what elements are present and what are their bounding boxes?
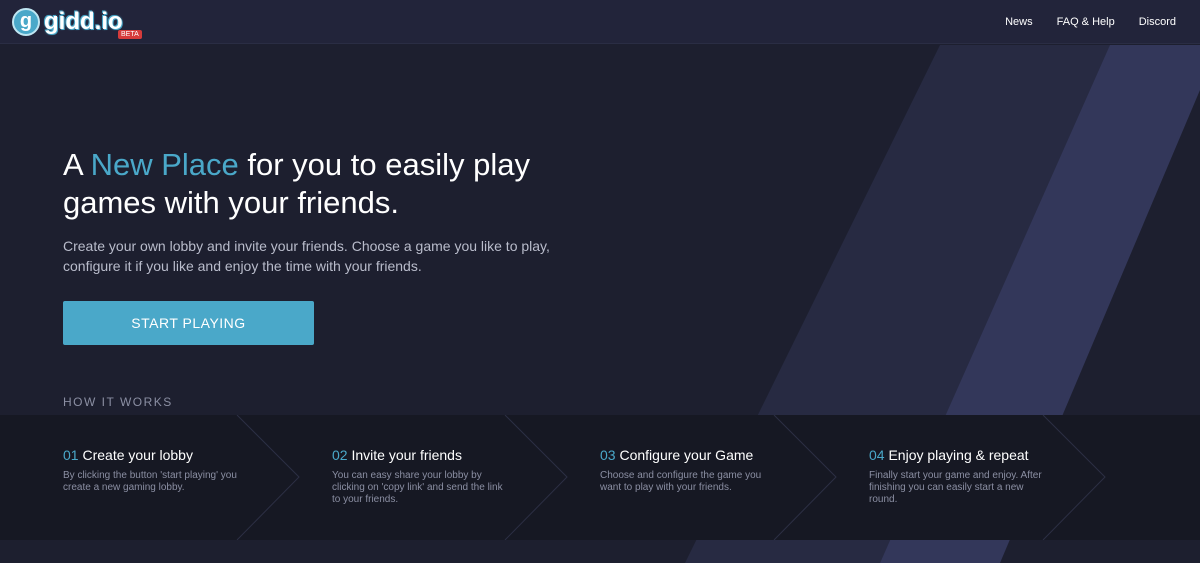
logo-text: gidd.io: [44, 7, 123, 35]
logo[interactable]: g gidd.io BETA: [12, 7, 142, 39]
start-playing-button[interactable]: START PLAYING: [63, 301, 314, 345]
step-4: 04 Enjoy playing & repeat Finally start …: [869, 447, 1069, 506]
nav-discord[interactable]: Discord: [1139, 16, 1176, 28]
step-text: Choose and configure the game you want t…: [600, 470, 762, 493]
how-it-works-label: HOW IT WORKS: [63, 395, 173, 409]
step-title: Create your lobby: [82, 447, 193, 463]
step-text: By clicking the button 'start playing' y…: [63, 470, 237, 493]
top-bar: g gidd.io BETA News FAQ & Help Discord: [0, 0, 1200, 44]
hero-title: A New Place for you to easily play games…: [63, 146, 563, 222]
step-number: 02: [332, 447, 348, 463]
title-accent: New Place: [90, 147, 239, 182]
step-text: Finally start your game and enjoy. After…: [869, 470, 1042, 505]
hero: A New Place for you to easily play games…: [63, 146, 563, 345]
step-title: Configure your Game: [619, 447, 754, 463]
hero-subtitle: Create your own lobby and invite your fr…: [63, 238, 550, 274]
step-1: 01 Create your lobby By clicking the but…: [63, 447, 263, 494]
step-title: Enjoy playing & repeat: [888, 447, 1029, 463]
title-pre: A: [63, 147, 91, 182]
step-title: Invite your friends: [351, 447, 462, 463]
main-nav: News FAQ & Help Discord: [1005, 16, 1176, 28]
step-number: 01: [63, 447, 79, 463]
nav-faq-help[interactable]: FAQ & Help: [1057, 16, 1115, 28]
steps-section: 01 Create your lobby By clicking the but…: [0, 415, 1200, 540]
beta-badge: BETA: [118, 29, 142, 39]
step-number: 04: [869, 447, 885, 463]
step-text: You can easy share your lobby by clickin…: [332, 470, 503, 505]
step-3: 03 Configure your Game Choose and config…: [600, 447, 800, 494]
nav-news[interactable]: News: [1005, 16, 1033, 28]
step-2: 02 Invite your friends You can easy shar…: [332, 447, 532, 506]
step-number: 03: [600, 447, 616, 463]
logo-icon: g: [12, 7, 40, 36]
